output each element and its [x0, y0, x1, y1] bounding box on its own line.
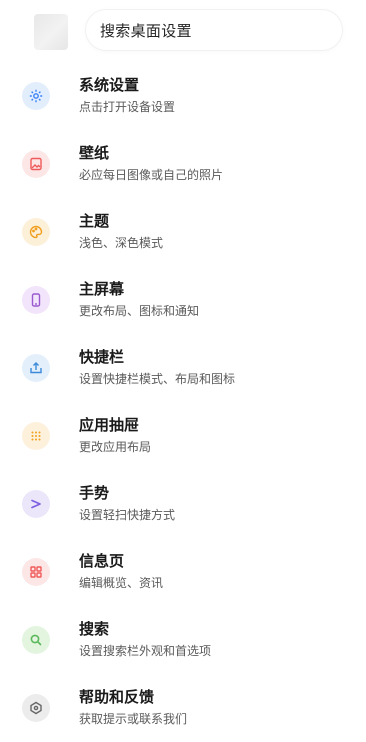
avatar[interactable] [34, 14, 68, 50]
item-subtitle: 设置搜索栏外观和首选项 [79, 644, 212, 658]
grid-dots-icon [22, 422, 50, 450]
phone-icon [22, 286, 50, 314]
upload-tray-icon [22, 354, 50, 382]
gear-icon [22, 82, 50, 110]
settings-item-theme[interactable]: 主题 浅色、深色模式 [0, 198, 366, 266]
search-bar[interactable]: 搜索桌面设置 [86, 10, 342, 50]
settings-item-wallpaper[interactable]: 壁纸 必应每日图像或自己的照片 [0, 130, 366, 198]
item-title: 帮助和反馈 [79, 688, 155, 706]
settings-item-home-screen[interactable]: 主屏幕 更改布局、图标和通知 [0, 266, 366, 334]
item-title: 搜索 [79, 620, 110, 638]
item-subtitle: 更改应用布局 [79, 440, 152, 454]
search-icon [22, 626, 50, 654]
settings-item-gestures[interactable]: 手势 设置轻扫快捷方式 [0, 470, 366, 538]
item-subtitle: 设置快捷栏模式、布局和图标 [79, 372, 236, 386]
palette-icon [22, 218, 50, 246]
feed-grid-icon [22, 558, 50, 586]
top-bar: 搜索桌面设置 [0, 0, 366, 64]
item-title: 信息页 [79, 552, 125, 570]
settings-item-help[interactable]: 帮助和反馈 获取提示或联系我们 [0, 674, 366, 742]
settings-list: 系统设置 点击打开设备设置 壁纸 必应每日图像或自己的照片 主题 浅色、深色模式 [0, 62, 366, 742]
item-title: 应用抽屉 [79, 416, 140, 434]
item-title: 主题 [79, 212, 110, 230]
picture-icon [22, 150, 50, 178]
gesture-chevron-icon [22, 490, 50, 518]
item-title: 手势 [79, 484, 110, 502]
item-subtitle: 获取提示或联系我们 [79, 712, 188, 726]
item-title: 快捷栏 [79, 348, 125, 366]
item-subtitle: 浅色、深色模式 [79, 236, 164, 250]
item-title: 壁纸 [79, 144, 110, 162]
settings-item-app-drawer[interactable]: 应用抽屉 更改应用布局 [0, 402, 366, 470]
item-subtitle: 点击打开设备设置 [79, 100, 176, 114]
item-subtitle: 编辑概览、资讯 [79, 576, 164, 590]
item-title: 主屏幕 [79, 280, 125, 298]
item-subtitle: 设置轻扫快捷方式 [79, 508, 176, 522]
settings-item-system[interactable]: 系统设置 点击打开设备设置 [0, 62, 366, 130]
settings-item-feed[interactable]: 信息页 编辑概览、资讯 [0, 538, 366, 606]
help-icon [22, 694, 50, 722]
item-subtitle: 必应每日图像或自己的照片 [79, 168, 224, 182]
item-title: 系统设置 [79, 76, 140, 94]
settings-item-search[interactable]: 搜索 设置搜索栏外观和首选项 [0, 606, 366, 674]
search-placeholder: 搜索桌面设置 [100, 21, 192, 40]
settings-item-dock[interactable]: 快捷栏 设置快捷栏模式、布局和图标 [0, 334, 366, 402]
item-subtitle: 更改布局、图标和通知 [79, 304, 200, 318]
